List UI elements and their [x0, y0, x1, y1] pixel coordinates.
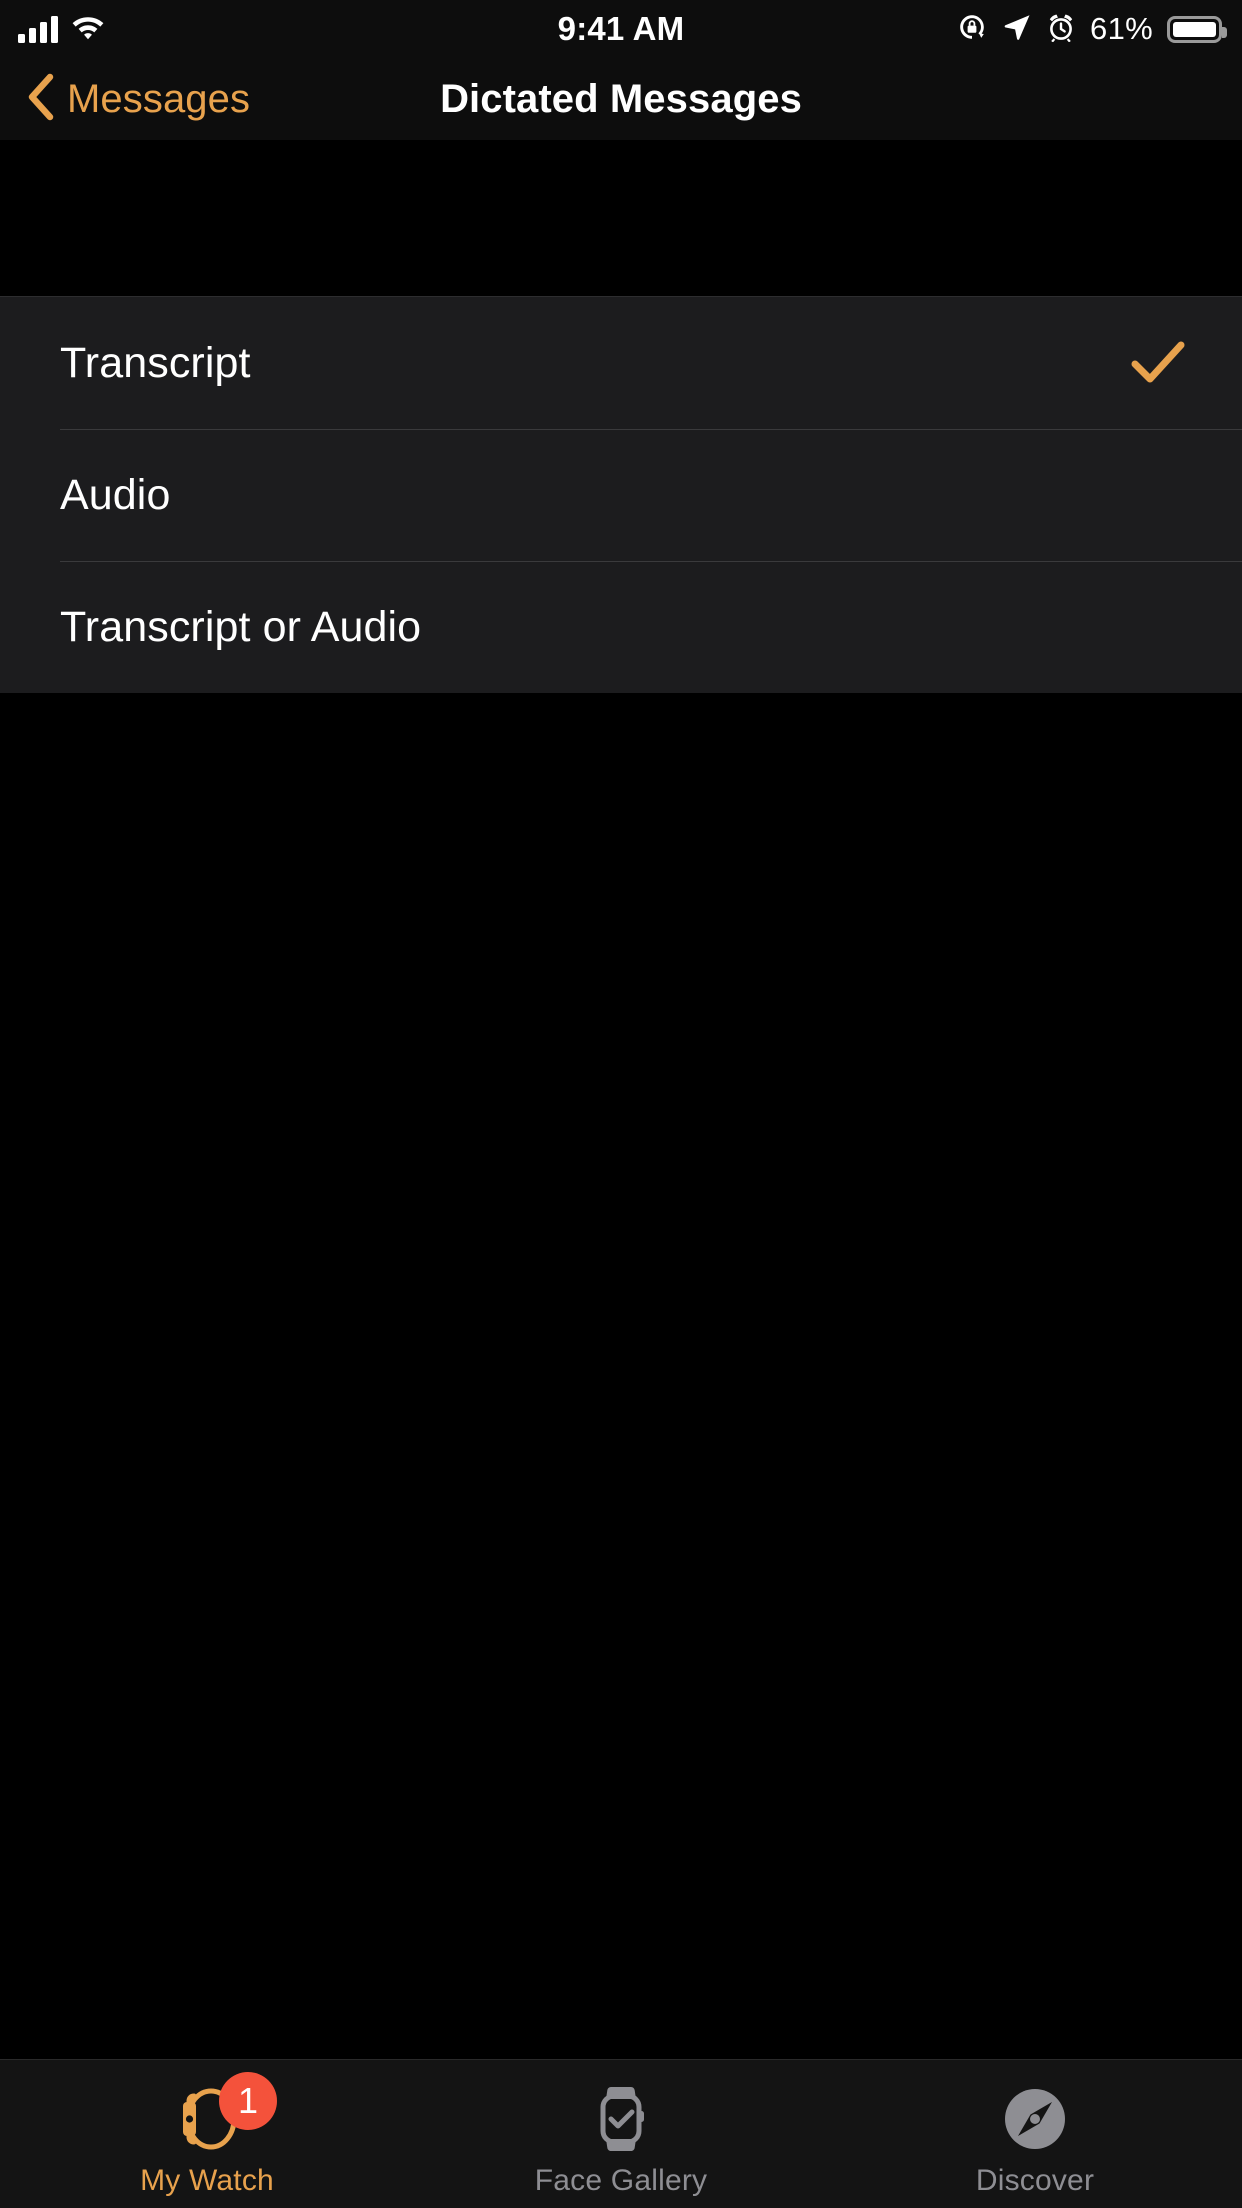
- tab-label-discover: Discover: [975, 2164, 1095, 2197]
- list-item-label: Audio: [60, 470, 171, 519]
- apple-watch-side-icon: 1: [167, 2072, 277, 2162]
- list-item-label: Transcript or Audio: [60, 602, 422, 651]
- badge-count: 1: [219, 2072, 277, 2130]
- list-item[interactable]: Transcript: [0, 297, 1242, 429]
- tab-face-gallery[interactable]: Face Gallery: [414, 2060, 828, 2208]
- back-button[interactable]: Messages: [26, 73, 250, 126]
- watch-face-checkmark-icon: [581, 2076, 661, 2162]
- chevron-left-icon: [26, 73, 54, 126]
- compass-icon: [995, 2076, 1075, 2162]
- list-item-label: Transcript: [60, 338, 251, 387]
- checkmark-icon: [1130, 339, 1186, 387]
- tab-my-watch[interactable]: 1 My Watch: [0, 2060, 414, 2208]
- location-arrow-icon: [1002, 12, 1032, 47]
- content-top-spacer: [0, 140, 1242, 296]
- battery-icon: [1167, 15, 1227, 43]
- battery-percent-label: 61%: [1090, 11, 1153, 46]
- status-bar-right: 61%: [956, 0, 1227, 58]
- status-bar-time: 9:41 AM: [557, 10, 685, 47]
- back-button-label: Messages: [67, 76, 251, 121]
- tab-bar: 1 My Watch Face Gallery Discover: [0, 2059, 1242, 2208]
- tab-discover[interactable]: Discover: [828, 2060, 1242, 2208]
- list-item[interactable]: Transcript or Audio: [0, 561, 1242, 693]
- phone-screen: 9:41 AM 61% Messages Dictated Messages T…: [0, 0, 1242, 2208]
- empty-content-area: [0, 693, 1242, 2059]
- rotation-lock-icon: [956, 11, 988, 48]
- options-list: Transcript Audio Transcript or Audio: [0, 296, 1242, 694]
- tab-label-face-gallery: Face Gallery: [534, 2164, 708, 2197]
- tab-label-my-watch: My Watch: [140, 2164, 274, 2197]
- navigation-bar: Messages Dictated Messages: [0, 58, 1242, 140]
- alarm-clock-icon: [1046, 12, 1076, 47]
- list-item[interactable]: Audio: [0, 429, 1242, 561]
- status-bar: 9:41 AM 61%: [0, 0, 1242, 58]
